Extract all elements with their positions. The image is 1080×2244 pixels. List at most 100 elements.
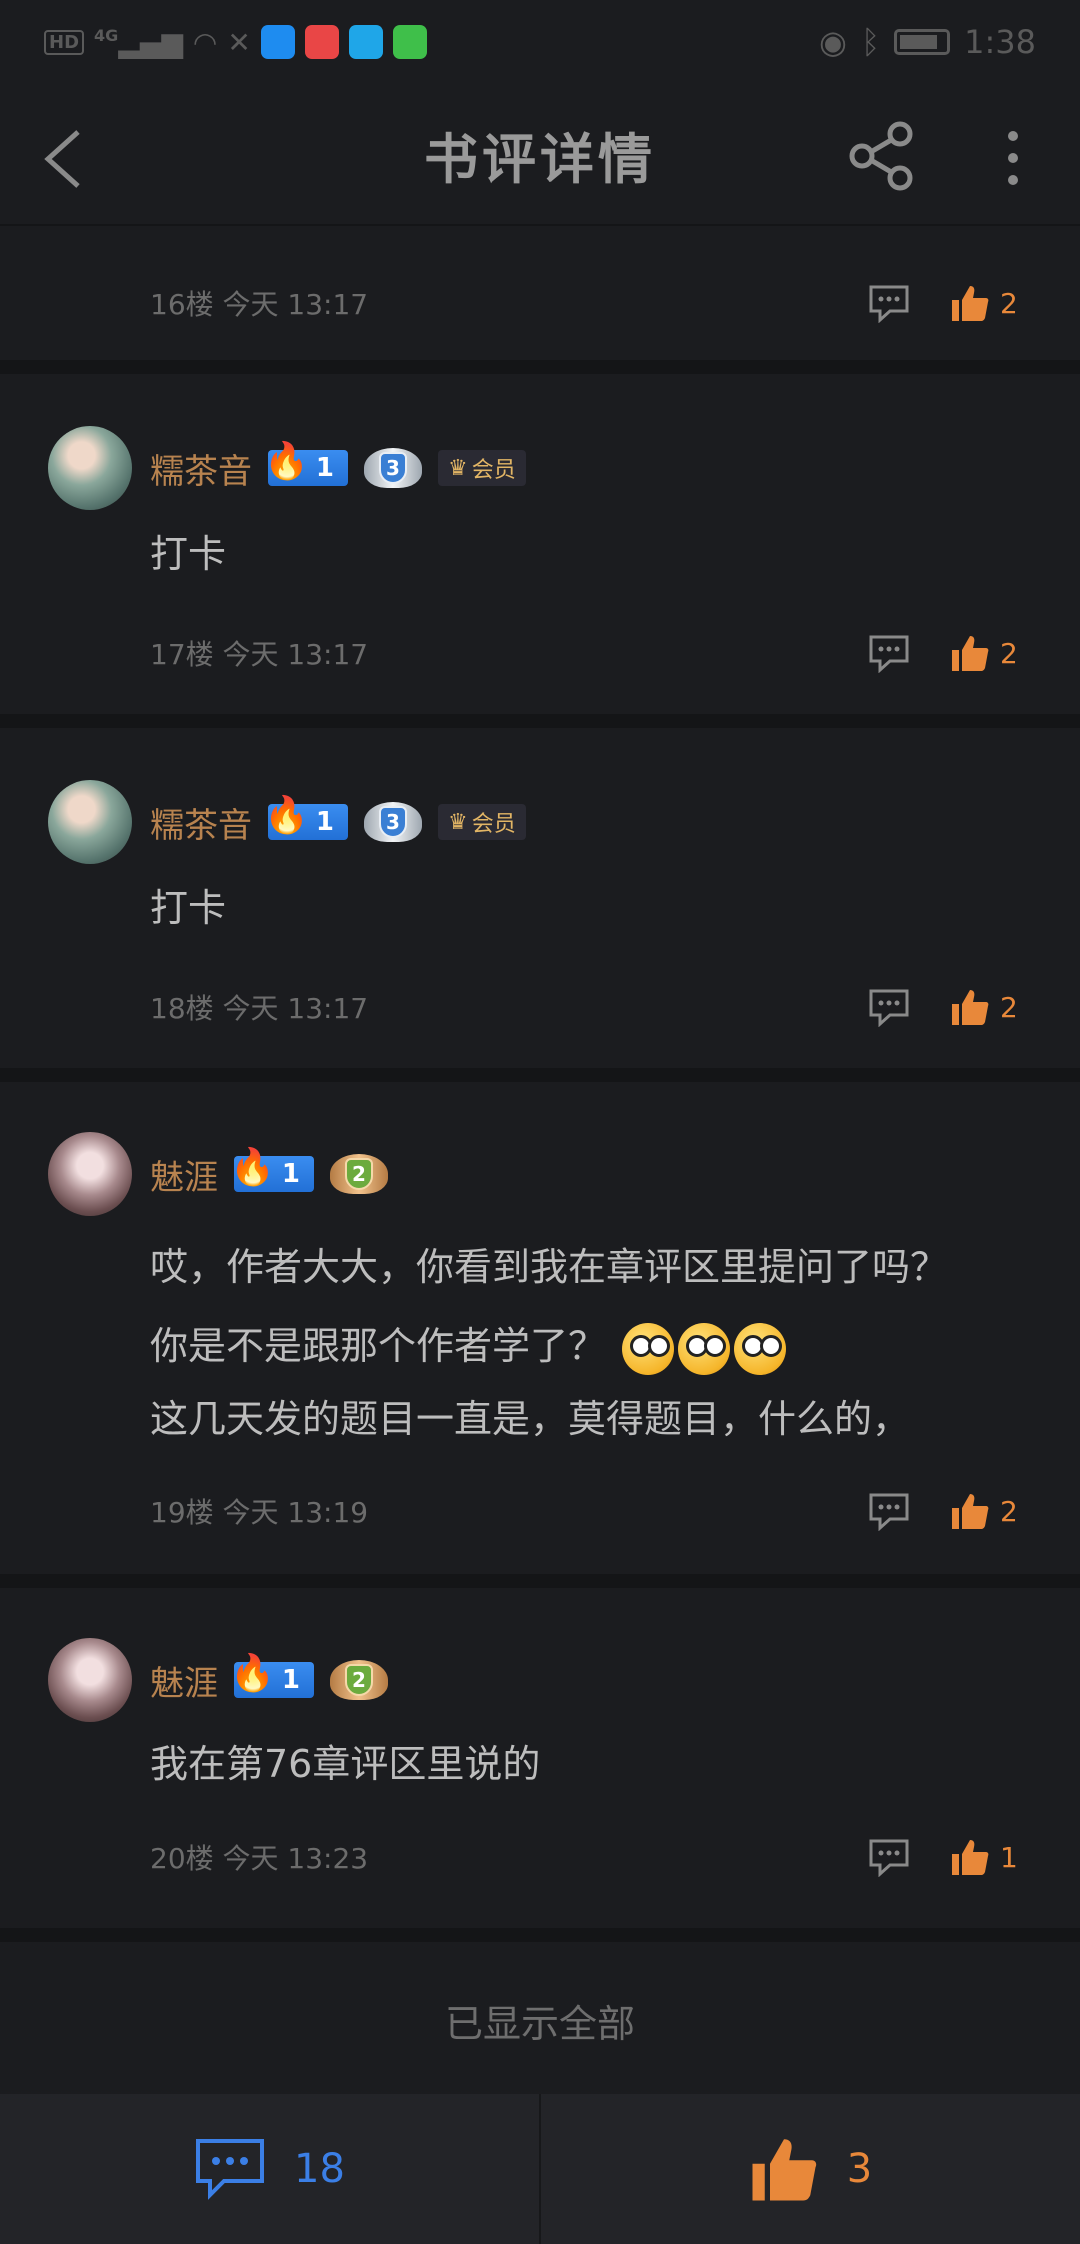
dizzy-face-emoji [678,1322,731,1375]
floor-timestamp: 18楼 今天 13:17 [150,992,369,1025]
wifi-icon: ◠ [192,25,218,59]
user-info: 糯茶音 🔥 1 3 ♛ 会员 [150,438,526,498]
thumbs-up-icon [952,990,989,1025]
user-info: 魅涯 🔥 1 2 [150,1650,388,1710]
avatar[interactable] [48,780,132,864]
comment-meta: 16楼 今天 13:17 2 [150,278,1030,328]
comment-meta: 18楼 今天 13:17 2 [150,982,1030,1032]
flame-icon: 🔥 [230,1653,275,1694]
like-button[interactable]: 2 [950,1491,1030,1531]
avatar[interactable] [48,1132,132,1216]
avatar[interactable] [48,1638,132,1722]
missed-call-icon: ✕ [227,25,251,59]
comment-text-line: 哎，作者大大，你看到我在章评区里提问了吗？ [150,1245,949,1289]
floor-timestamp: 19楼 今天 13:19 [150,1496,369,1529]
end-of-list-note: 已显示全部 [444,2001,635,2046]
like-count: 2 [1000,990,1018,1024]
username[interactable]: 糯茶音 [150,798,252,847]
status-bar-left: HD 4G▂▄▆ ◠ ✕ [44,25,427,59]
network-type: 4G [94,25,119,45]
thumbs-up-icon [952,286,989,321]
fan-level-badge: 🔥 1 [264,795,348,840]
back-button[interactable] [36,124,96,194]
thumbs-up-icon [752,2139,816,2201]
floor-timestamp: 16楼 今天 13:17 [150,288,369,321]
comment-text-segment: 你是不是跟那个作者学了？ [150,1324,607,1368]
like-button[interactable]: 2 [950,633,1030,673]
thumbs-up-icon [952,1494,989,1529]
app-notification-icon [260,25,295,59]
username[interactable]: 魅涯 [150,1150,218,1199]
comment-text: 打卡 [150,532,227,576]
comment-meta: 19楼 今天 13:19 2 [150,1486,1030,1536]
thumbs-up-icon [952,636,989,671]
comment-text: 我在第76章评区里说的 [150,1742,541,1786]
bluetooth-icon: ᛒ [860,23,881,61]
reply-icon[interactable] [868,633,910,673]
reply-icon[interactable] [868,1491,910,1531]
battery-icon [894,29,951,55]
fan-level: 1 [281,1665,300,1695]
comment-list: 16楼 今天 13:17 2 糯茶音 🔥 1 3 ♛ 会员 打卡 17楼 今天 … [0,228,1080,1942]
comment-text: 哎，作者大大，你看到我在章评区里提问了吗？ 你是不是跟那个作者学了？ 这几天发的… [150,1226,1030,1454]
reply-icon[interactable] [868,1837,910,1877]
like-button[interactable]: 2 [950,987,1030,1027]
user-info: 糯茶音 🔥 1 3 ♛ 会员 [150,792,526,852]
rank-badge: 2 [330,1154,388,1194]
dizzy-face-emoji [622,1322,675,1375]
rank-level: 3 [379,806,407,838]
like-count: 3 [846,2146,873,2192]
comment-count: 18 [294,2146,345,2192]
vip-badge: ♛ 会员 [438,804,526,840]
comment-item: 16楼 今天 13:17 2 [0,228,1080,374]
comment-text-line: 你是不是跟那个作者学了？ [150,1308,1030,1384]
more-vertical-icon [1008,131,1018,185]
more-button[interactable] [996,124,1030,194]
like-count: 1 [1000,1840,1018,1874]
fan-level-badge: 🔥 1 [230,1653,314,1698]
comment-meta: 17楼 今天 13:17 2 [150,628,1030,678]
user-info: 魅涯 🔥 1 2 [150,1144,388,1204]
reply-icon[interactable] [868,283,910,323]
crown-icon: ♛ [448,455,468,481]
like-button[interactable]: 2 [950,283,1030,323]
comment-text: 打卡 [150,886,227,930]
signal-icon: 4G▂▄▆ [94,25,183,59]
fan-level-badge: 🔥 1 [264,441,348,486]
rank-level: 2 [345,1664,373,1696]
like-book-review-button[interactable]: 3 [541,2094,1080,2244]
avatar[interactable] [48,426,132,510]
app-header: 书评详情 [0,84,1080,226]
share-button[interactable] [846,120,918,192]
clock: 1:38 [964,23,1036,61]
app-notification-icon [392,25,427,59]
fan-level-badge: 🔥 1 [230,1147,314,1192]
fan-level: 1 [315,807,334,837]
rank-badge: 3 [364,802,422,842]
status-bar: HD 4G▂▄▆ ◠ ✕ ◉ ᛒ 1:38 [0,0,1080,84]
crown-icon: ♛ [448,809,468,835]
flame-icon: 🔥 [230,1147,275,1188]
app-notification-icon [348,25,383,59]
like-button[interactable]: 1 [950,1837,1030,1877]
username[interactable]: 魅涯 [150,1656,218,1705]
comment-item: 魅涯 🔥 1 2 我在第76章评区里说的 20楼 今天 13:23 1 [0,1588,1080,1942]
status-bar-right: ◉ ᛒ 1:38 [819,23,1036,61]
like-count: 2 [1000,1494,1018,1528]
dizzy-face-emoji [734,1322,787,1375]
bottom-action-bar: 18 3 [0,2094,1080,2244]
page-title: 书评详情 [424,126,656,191]
flame-icon: 🔥 [264,441,309,482]
rank-level: 3 [379,452,407,484]
thumbs-up-icon [952,1840,989,1875]
comment-item: 糯茶音 🔥 1 3 ♛ 会员 打卡 17楼 今天 13:17 2 [0,374,1080,728]
comment-item: 糯茶音 🔥 1 3 ♛ 会员 打卡 18楼 今天 13:17 2 [0,728,1080,1082]
reply-icon[interactable] [868,987,910,1027]
comment-meta: 20楼 今天 13:23 1 [150,1832,1030,1882]
floor-timestamp: 17楼 今天 13:17 [150,638,369,671]
username[interactable]: 糯茶音 [150,444,252,493]
flame-icon: 🔥 [264,795,309,836]
vip-label: 会员 [471,458,516,483]
comment-button[interactable]: 18 [0,2094,541,2244]
hd-indicator: HD [44,29,85,55]
